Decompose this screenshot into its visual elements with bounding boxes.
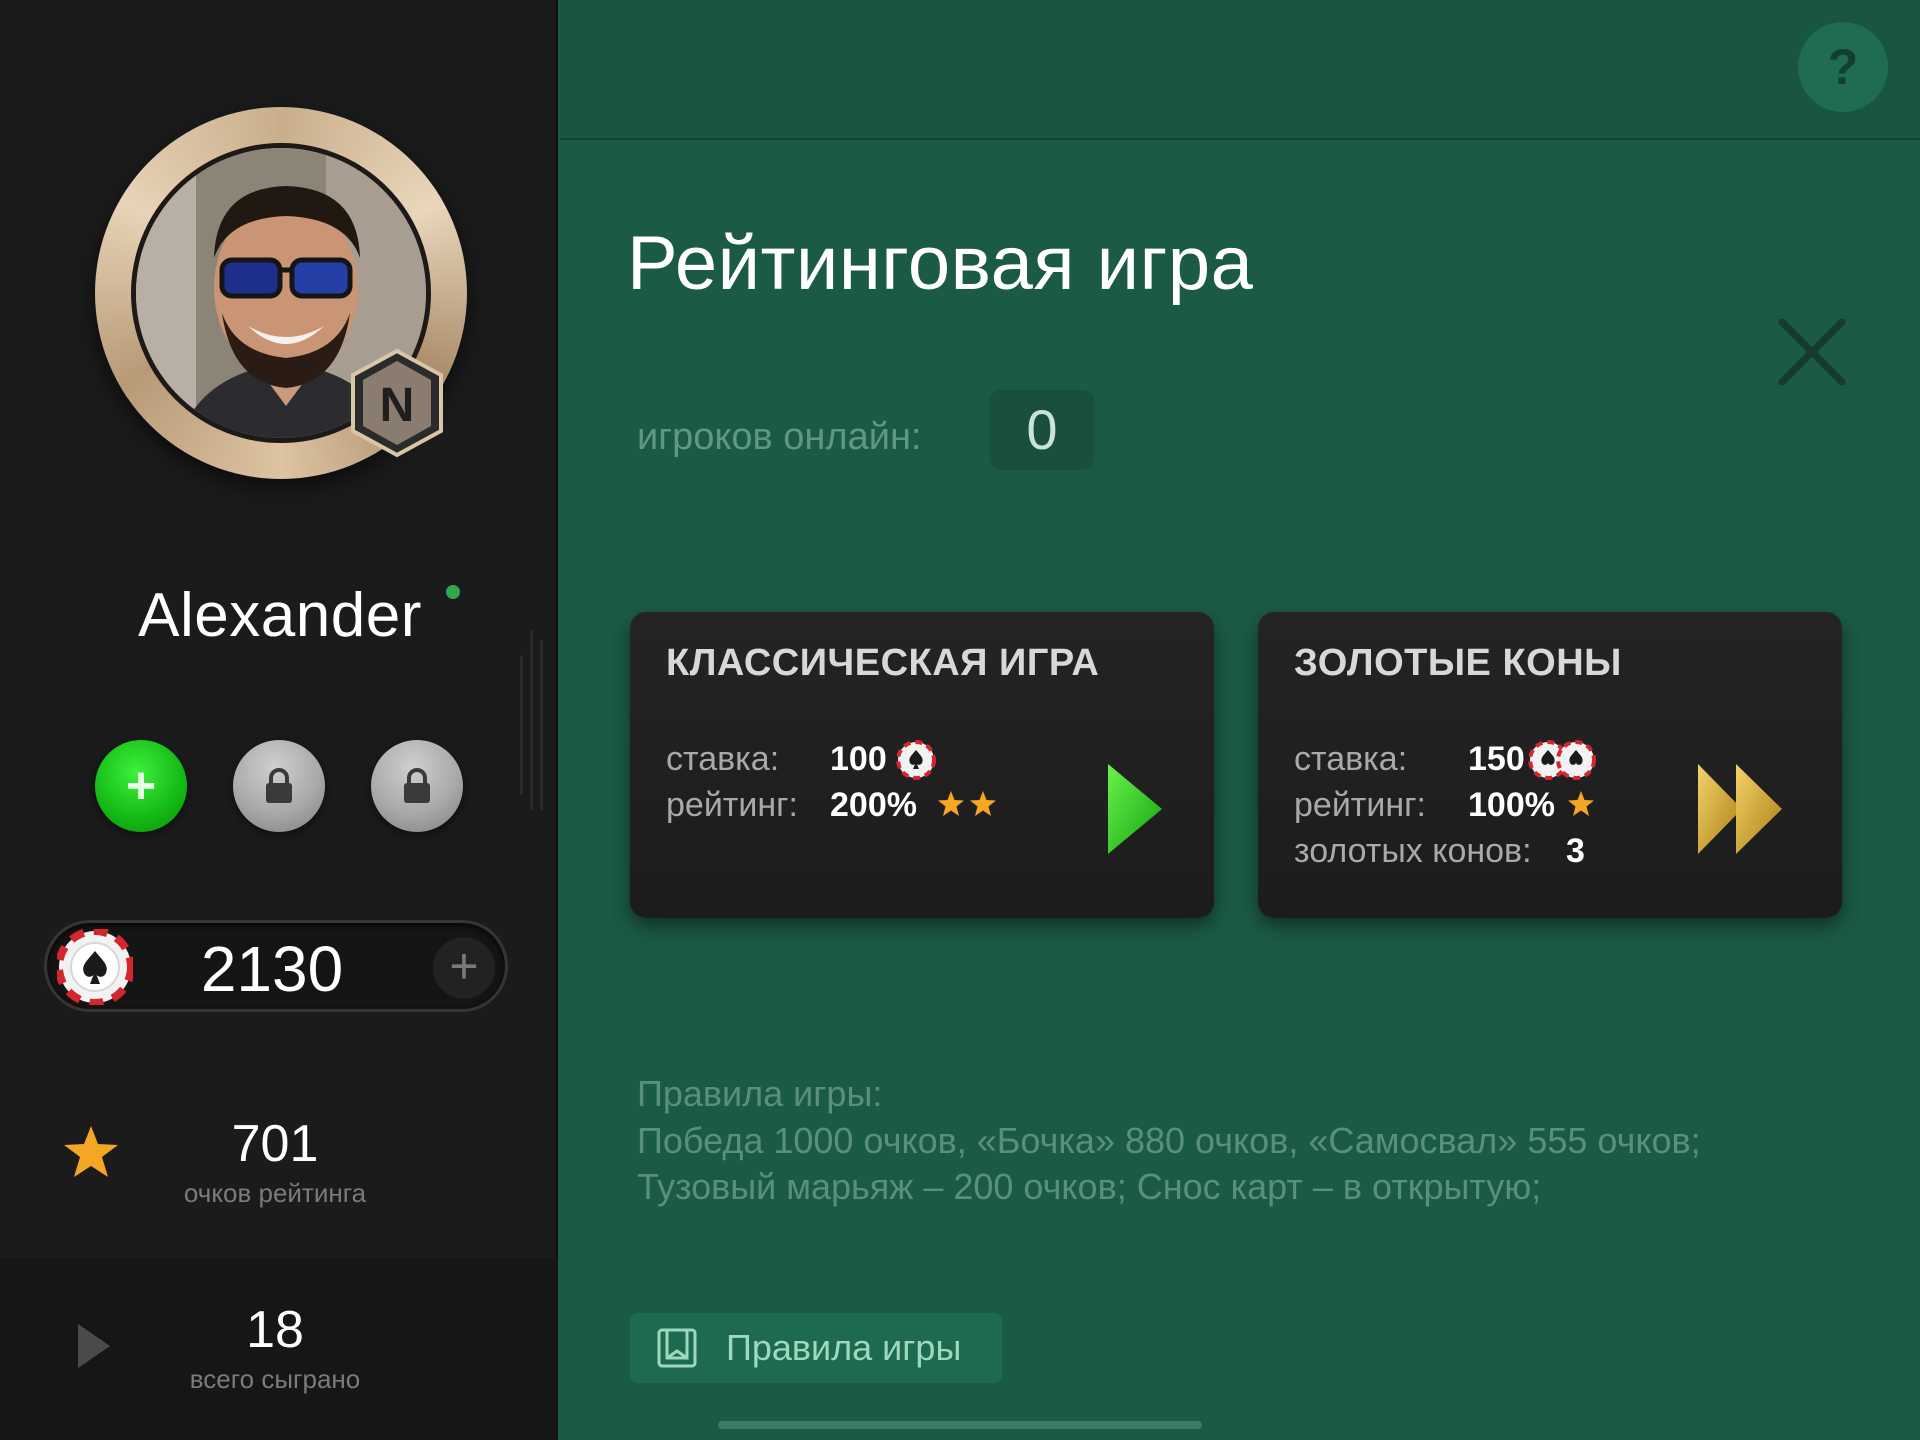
online-status-dot <box>446 585 460 599</box>
help-button[interactable]: ? <box>1798 22 1888 112</box>
rating-label: рейтинг: <box>1294 786 1426 824</box>
chip-balance: 2130 + <box>44 920 508 1012</box>
locked-slot-2[interactable] <box>371 740 463 832</box>
league-badge-icon: N <box>351 348 443 458</box>
lock-icon <box>266 768 292 803</box>
plus-icon: + <box>125 757 157 815</box>
league-badge-letter: N <box>380 379 415 432</box>
stake-value: 100 <box>830 740 887 778</box>
add-chips-button[interactable]: + <box>433 937 495 999</box>
rating-label: рейтинг: <box>666 786 798 824</box>
star-icon <box>64 1126 118 1177</box>
gold-rounds-card[interactable]: ЗОЛОТЫЕ КОНЫ ставка: 150 рейтинг: 100% з… <box>1258 612 1842 918</box>
rules-line-2: Тузовый марьяж – 200 очков; Снос карт – … <box>637 1166 1542 1207</box>
rules-line-1: Победа 1000 очков, «Бочка» 880 очков, «С… <box>637 1120 1701 1161</box>
rating-points-value: 701 <box>231 1115 319 1173</box>
double-chip-icon <box>1528 740 1596 780</box>
play-icon <box>78 1324 110 1368</box>
avatar[interactable]: N <box>95 107 467 479</box>
players-online-count: 0 <box>990 390 1094 470</box>
game-rules-button-label: Правила игры <box>726 1327 962 1368</box>
poker-chip-icon <box>57 929 133 1005</box>
plus-icon: + <box>449 938 479 994</box>
profile-sidebar: N Alexander + 2130 + 701 очков рейтинга … <box>0 0 558 1440</box>
gold-rounds-value: 3 <box>1566 832 1585 870</box>
lock-icon <box>404 768 430 803</box>
gold-rounds-label: золотых конов: <box>1294 832 1532 870</box>
stake-label: ставка: <box>666 740 780 778</box>
rating-value: 200% <box>830 786 917 824</box>
rules-heading: Правила игры: <box>637 1073 883 1114</box>
chip-balance-value: 2130 <box>200 933 344 1005</box>
page-title: Рейтинговая игра <box>627 221 1254 306</box>
games-played-label: всего сыграно <box>189 1364 361 1394</box>
card-title: КЛАССИЧЕСКАЯ ИГРА <box>666 642 1100 684</box>
close-icon[interactable] <box>1776 316 1848 388</box>
poker-chip-icon <box>896 740 936 780</box>
players-online-label: игроков онлайн: <box>637 416 922 458</box>
play-icon[interactable] <box>1106 762 1164 856</box>
fast-forward-icon[interactable] <box>1696 762 1784 856</box>
sidebar-scroll-indicator <box>520 630 544 810</box>
rating-stars-icon <box>938 791 996 816</box>
home-indicator[interactable] <box>718 1421 1202 1429</box>
locked-slot-1[interactable] <box>233 740 325 832</box>
rating-points-label: очков рейтинга <box>183 1178 367 1208</box>
game-rules-button[interactable]: Правила игры <box>630 1313 1002 1383</box>
card-title: ЗОЛОТЫЕ КОНЫ <box>1294 642 1622 684</box>
book-icon <box>657 1328 697 1368</box>
add-slot-button[interactable]: + <box>95 740 187 832</box>
stake-label: ставка: <box>1294 740 1408 778</box>
rating-value: 100% <box>1468 786 1555 824</box>
stake-value: 150 <box>1468 740 1525 778</box>
top-bar <box>560 0 1920 140</box>
games-played-value: 18 <box>246 1301 304 1359</box>
classic-game-card[interactable]: КЛАССИЧЕСКАЯ ИГРА ставка: 100 рейтинг: 2… <box>630 612 1214 918</box>
rating-star-icon <box>1568 791 1594 816</box>
